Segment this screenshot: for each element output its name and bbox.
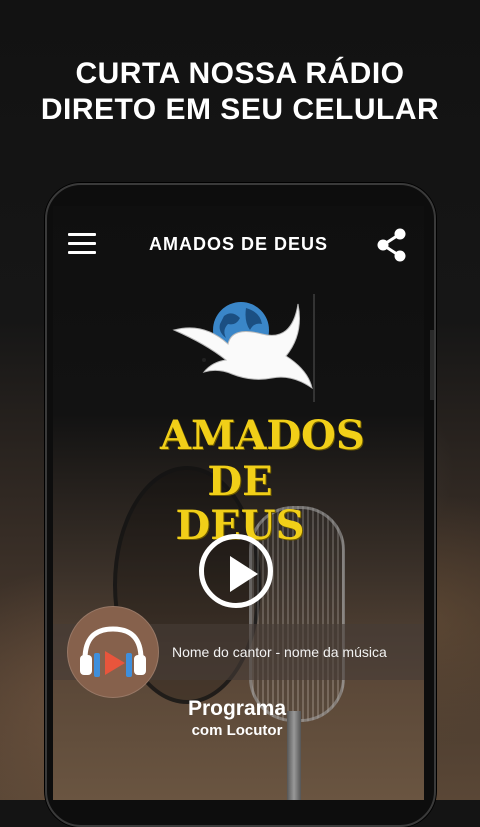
app-bar: AMADOS DE DEUS <box>53 206 424 282</box>
dove-with-globe-icon <box>172 294 315 402</box>
share-icon[interactable] <box>377 228 407 262</box>
headphones-play-icon <box>80 626 146 677</box>
program-subtitle: com Locutor <box>191 722 283 739</box>
phone-side-button <box>430 330 434 400</box>
logo-text-line1: AMADOS <box>160 412 365 459</box>
promo-headline: CURTA NOSSA RÁDIO DIRETO EM SEU CELULAR <box>0 56 480 128</box>
play-icon <box>230 556 258 592</box>
play-button[interactable] <box>199 534 273 608</box>
station-logo: AMADOS DE DEUS <box>160 290 365 548</box>
now-playing-text: Nome do cantor - nome da música <box>172 644 387 660</box>
program-title: Programa <box>187 697 287 720</box>
promo-headline-line2: DIRETO EM SEU CELULAR <box>40 93 440 126</box>
promo-headline-line1: CURTA NOSSA RÁDIO <box>75 57 405 90</box>
album-art <box>67 606 159 698</box>
app-title: AMADOS DE DEUS <box>148 234 328 254</box>
